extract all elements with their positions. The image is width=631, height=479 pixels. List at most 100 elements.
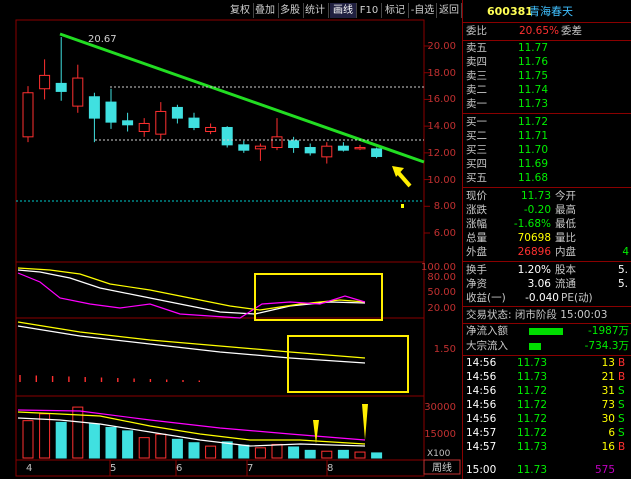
order-diff-label: 委差: [561, 25, 582, 37]
stock-code: 600381: [487, 5, 533, 18]
bid-row[interactable]: 买五 11.68: [463, 171, 631, 186]
volume-bar: [288, 446, 300, 459]
candle-body: [39, 74, 51, 90]
volume-bar: [138, 437, 150, 459]
total-volume: 70698: [517, 232, 551, 244]
tick-row: 14:57 11.73 16 B: [466, 441, 626, 453]
tick-row: 14:56 11.73 21 B: [466, 371, 626, 383]
block-inflow-bar: [529, 343, 541, 350]
quote-row-outer: 外盘 26896 内盘 4: [466, 246, 629, 258]
tick-row: 14:56 11.72 73 S: [466, 399, 625, 411]
date-tick: 8: [327, 463, 333, 474]
volume-ma5: [17, 417, 366, 447]
candle-body: [238, 144, 250, 151]
kline-chart[interactable]: 20.67 20.00 18.00 16.00 14.00 12.00 10.0…: [0, 0, 462, 479]
macd-dif-line: [17, 325, 366, 364]
candle-body: [155, 110, 167, 135]
trendline: [59, 32, 425, 164]
candle-body: [304, 147, 316, 154]
stats-row-eps: 收益(一) -0.040 PE(动): [466, 292, 593, 304]
period-button[interactable]: 周线: [432, 461, 452, 474]
macd-dea-line: [17, 321, 366, 359]
candle-body: [105, 101, 117, 123]
tick-row: 14:56 11.73 13 B: [466, 357, 626, 369]
net-inflow-bar: [529, 328, 563, 335]
volume-bar: [88, 423, 100, 459]
indicator2-axis: 1.50: [434, 344, 456, 355]
volume-unit: X100: [427, 449, 451, 459]
indicator1-tick: 80.00: [427, 272, 456, 283]
price-tick: 16.00: [427, 94, 456, 105]
volume-bar: [221, 441, 233, 459]
stats-row-nav: 净资 3.06 流通 5.: [466, 278, 628, 290]
quote-row-change: 涨跌 -0.20 最高: [466, 204, 576, 216]
price-tick: 12.00: [427, 148, 456, 159]
indicator1-tick: 20.00: [427, 303, 456, 314]
high-price-label: 20.67: [88, 34, 117, 45]
pane-border: [15, 261, 425, 319]
price-tick: 6.00: [434, 228, 456, 239]
volume-bar: [371, 452, 383, 459]
order-ratio-row: 委比 20.65% 委差: [463, 24, 631, 39]
volume-bar: [122, 430, 134, 459]
bid-row[interactable]: 买二 11.71: [463, 129, 631, 144]
volume-bar: [321, 450, 333, 459]
stats-row-turnover: 换手 1.20% 股本 5.: [466, 264, 628, 276]
stock-header: 600381 青海春天: [463, 4, 631, 20]
price-tick: 10.00: [427, 175, 456, 186]
price-axis: 20.00 18.00 16.00 14.00 12.00 10.00 8.00…: [427, 41, 456, 239]
ask-row[interactable]: 卖一 11.73: [463, 97, 631, 112]
volume-bar: [171, 438, 183, 459]
candlesticks: [22, 37, 383, 164]
ask-row[interactable]: 卖四 11.76: [463, 55, 631, 70]
bid-row[interactable]: 买四 11.69: [463, 157, 631, 172]
price-tick: 8.00: [434, 201, 456, 212]
volume-bar: [337, 449, 349, 459]
tick-row: 14:56 11.72 31 S: [466, 385, 625, 397]
tick-row: 15:00 11.73 575: [466, 464, 615, 476]
highlight-box-kdj: [254, 273, 383, 321]
kdj-k-line: [17, 269, 366, 315]
volume-bar: [238, 444, 250, 459]
current-price: 11.73: [520, 190, 551, 202]
price-change: -0.20: [523, 204, 551, 216]
candle-body: [188, 117, 200, 128]
quote-row-pct: 涨幅 -1.68% 最低: [466, 218, 576, 230]
date-tick: 7: [247, 463, 253, 474]
candle-body: [354, 147, 366, 150]
volume-tick: 30000: [424, 402, 456, 413]
ask-row[interactable]: 卖二 11.74: [463, 83, 631, 98]
volume-bar: [55, 421, 67, 459]
order-ratio-label: 委比: [466, 25, 487, 37]
date-tick: 4: [26, 463, 32, 474]
indicator1-tick: 50.00: [427, 287, 456, 298]
volume-bar: [188, 442, 200, 459]
volume-bar: [354, 451, 366, 459]
volume-axis: 30000 15000 X100: [424, 402, 456, 459]
quote-row-price: 现价 11.73 今开: [466, 190, 576, 202]
order-ratio-value: 20.65%: [518, 25, 559, 37]
price-change-pct: -1.68%: [513, 218, 551, 230]
volume-bar: [105, 426, 117, 459]
quote-panel: 600381 青海春天 委比 20.65% 委差 卖五 11.77 卖四 11.76…: [462, 0, 631, 479]
ask-row[interactable]: 卖五 11.77: [463, 41, 631, 56]
block-inflow-row: 大宗流入 -734.3万: [466, 340, 629, 352]
candle-body: [205, 126, 217, 132]
date-axis: 4 5 6 7 8: [26, 463, 333, 474]
date-axis-border: [15, 459, 425, 477]
volume-tick: 15000: [424, 429, 456, 440]
indicator-lines: [17, 267, 366, 447]
date-tick: 6: [176, 463, 182, 474]
candle-body: [55, 82, 67, 92]
candle-body: [22, 92, 34, 138]
trade-status: 交易状态: 闭市阶段 15:00:03: [466, 309, 608, 321]
tick-row: 14:56 11.72 30 S: [466, 413, 625, 425]
bid-row[interactable]: 买三 11.70: [463, 143, 631, 158]
net-inflow-row: 净流入额 -1987万: [466, 325, 629, 337]
bid-row[interactable]: 买一 11.72: [463, 115, 631, 130]
quote-row-volume: 总量 70698 量比: [466, 232, 576, 244]
volume-bar: [22, 420, 34, 459]
candle-body: [171, 106, 183, 119]
ask-row[interactable]: 卖三 11.75: [463, 69, 631, 84]
candle-body: [138, 122, 150, 132]
